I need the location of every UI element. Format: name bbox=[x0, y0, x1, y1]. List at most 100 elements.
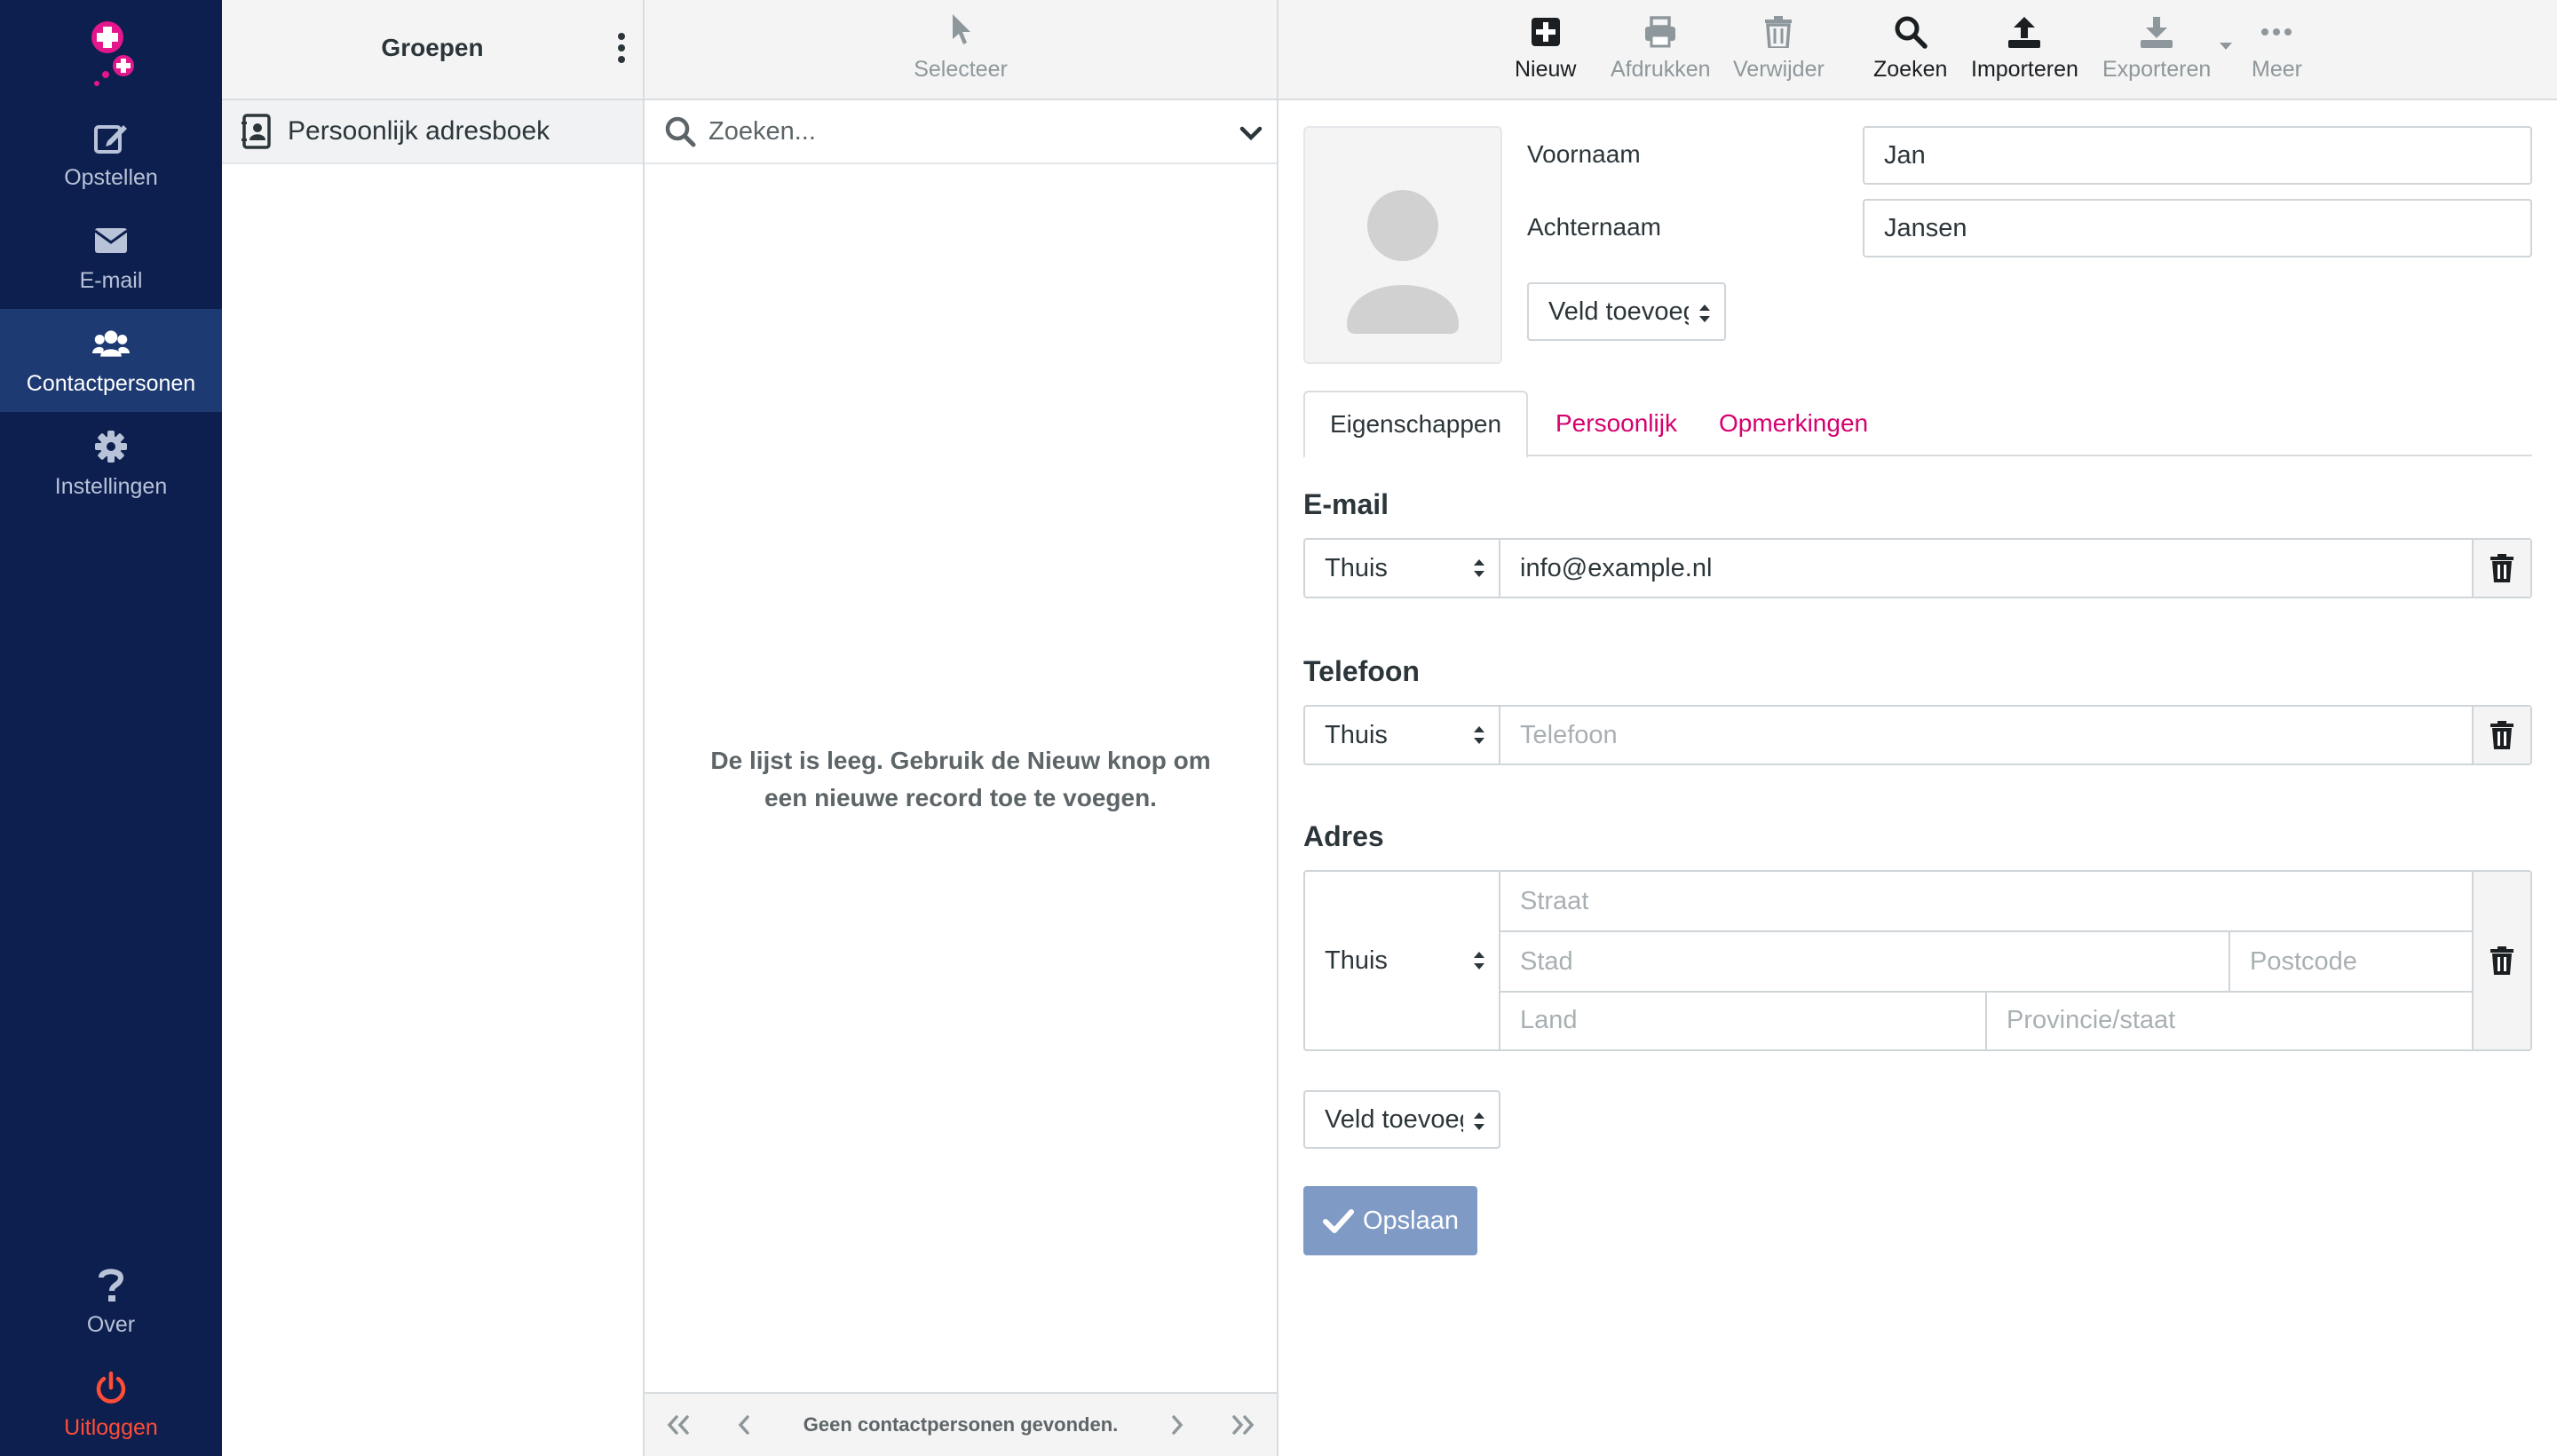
printer-icon bbox=[1641, 12, 1680, 51]
delete-phone-button[interactable] bbox=[2472, 707, 2530, 764]
search-icon bbox=[665, 116, 696, 147]
addressbook-label: Persoonlijk adresboek bbox=[288, 116, 550, 146]
phone-section-title: Telefoon bbox=[1303, 655, 1420, 687]
envelope-icon bbox=[92, 222, 130, 259]
save-button[interactable]: Opslaan bbox=[1303, 1186, 1477, 1255]
trash-icon bbox=[2490, 721, 2513, 749]
gear-icon bbox=[92, 428, 130, 465]
toolbar: Nieuw Afdrukken Verwijder Zoeken Importe… bbox=[1278, 0, 2557, 100]
nav-settings[interactable]: Instellingen bbox=[0, 412, 222, 515]
country-input[interactable] bbox=[1500, 991, 1985, 1049]
phone-row: Thuis bbox=[1303, 705, 2532, 765]
more-button[interactable]: Meer bbox=[2252, 12, 2302, 92]
compose-icon bbox=[92, 119, 130, 156]
nav-logout[interactable]: Uitloggen bbox=[0, 1353, 222, 1456]
import-button[interactable]: Importeren bbox=[1971, 12, 2078, 92]
search-bar bbox=[645, 100, 1277, 164]
lastname-input[interactable] bbox=[1863, 199, 2532, 257]
tab-notes[interactable]: Opmerkingen bbox=[1694, 391, 1893, 456]
postcode-input[interactable] bbox=[2230, 932, 2472, 991]
search-button[interactable]: Zoeken bbox=[1873, 12, 1947, 92]
select-arrows-icon bbox=[1699, 305, 1710, 322]
nav-about-label: Over bbox=[86, 1311, 136, 1337]
nav-about[interactable]: Over bbox=[0, 1250, 222, 1353]
first-page-icon[interactable] bbox=[661, 1407, 696, 1443]
search-icon bbox=[1891, 12, 1930, 51]
next-page-icon[interactable] bbox=[1160, 1407, 1195, 1443]
upload-icon bbox=[2005, 12, 2044, 51]
address-section-title: Adres bbox=[1303, 820, 1384, 852]
print-button[interactable]: Afdrukken bbox=[1611, 12, 1711, 92]
nav-contacts-label: Contactpersonen bbox=[26, 370, 196, 396]
search-input[interactable] bbox=[709, 116, 1206, 146]
lastname-label: Achternaam bbox=[1527, 213, 1661, 241]
trash-icon bbox=[2490, 554, 2513, 582]
pagination-bar: Geen contactpersonen gevonden. bbox=[645, 1392, 1277, 1456]
add-field-bottom-select[interactable]: Veld toevoegen... bbox=[1303, 1090, 1500, 1149]
contact-list-panel: Selecteer De lijst is leeg. Gebruik de N… bbox=[645, 0, 1278, 1456]
more-icon bbox=[2257, 12, 2296, 51]
question-icon bbox=[92, 1266, 130, 1303]
select-arrows-icon bbox=[1474, 1112, 1484, 1130]
power-icon bbox=[92, 1369, 130, 1406]
logo-icon bbox=[91, 21, 134, 86]
select-arrows-icon bbox=[1474, 726, 1484, 744]
addressbook-icon bbox=[241, 114, 271, 149]
last-page-icon[interactable] bbox=[1225, 1407, 1261, 1443]
address-type-select[interactable]: Thuis bbox=[1305, 872, 1500, 1049]
trash-icon bbox=[2490, 946, 2513, 975]
import-label: Importeren bbox=[1971, 57, 2078, 82]
print-label: Afdrukken bbox=[1611, 57, 1711, 82]
checkmark-icon bbox=[1322, 1209, 1354, 1233]
kebab-menu-icon[interactable] bbox=[611, 30, 632, 66]
chevron-down-icon[interactable] bbox=[1238, 120, 1264, 146]
firstname-input[interactable] bbox=[1863, 126, 2532, 185]
email-type-select[interactable]: Thuis bbox=[1305, 540, 1500, 597]
search-label: Zoeken bbox=[1873, 57, 1948, 82]
tab-bar: Eigenschappen Persoonlijk Opmerkingen bbox=[1303, 391, 2532, 458]
select-button[interactable]: Selecteer bbox=[645, 12, 1277, 92]
addressbook-item[interactable]: Persoonlijk adresboek bbox=[222, 100, 643, 164]
firstname-label: Voornaam bbox=[1527, 140, 1641, 168]
address-type-label: Thuis bbox=[1325, 946, 1388, 975]
delete-button[interactable]: Verwijder bbox=[1733, 12, 1825, 92]
phone-input[interactable] bbox=[1500, 707, 2472, 764]
phone-type-select[interactable]: Thuis bbox=[1305, 707, 1500, 764]
email-row: Thuis bbox=[1303, 538, 2532, 598]
select-arrows-icon bbox=[1474, 559, 1484, 577]
new-label: Nieuw bbox=[1515, 57, 1577, 82]
region-input[interactable] bbox=[1987, 991, 2472, 1049]
more-label: Meer bbox=[2252, 57, 2302, 82]
pointer-icon bbox=[953, 14, 970, 44]
street-input[interactable] bbox=[1500, 872, 2472, 930]
phone-type-label: Thuis bbox=[1325, 720, 1388, 749]
export-dropdown-icon[interactable] bbox=[2218, 41, 2234, 51]
delete-label: Verwijder bbox=[1733, 57, 1825, 82]
delete-email-button[interactable] bbox=[2472, 540, 2530, 597]
email-type-label: Thuis bbox=[1325, 553, 1388, 582]
tab-properties[interactable]: Eigenschappen bbox=[1303, 391, 1529, 458]
pager-count: Geen contactpersonen gevonden. bbox=[803, 1413, 1119, 1436]
select-arrows-icon bbox=[1474, 952, 1484, 969]
select-label: Selecteer bbox=[914, 57, 1008, 82]
nav-email[interactable]: E-mail bbox=[0, 206, 222, 309]
empty-list-message: De lijst is leeg. Gebruik de Nieuw knop … bbox=[710, 747, 1211, 811]
groups-header: Groepen bbox=[222, 0, 643, 100]
delete-address-button[interactable] bbox=[2472, 872, 2530, 1049]
contact-photo[interactable] bbox=[1303, 126, 1502, 364]
list-header: Selecteer bbox=[645, 0, 1277, 100]
nav-logout-label: Uitloggen bbox=[64, 1414, 158, 1440]
nav-contacts[interactable]: Contactpersonen bbox=[0, 309, 222, 412]
city-input[interactable] bbox=[1500, 932, 2228, 991]
groups-title: Groepen bbox=[381, 34, 484, 61]
main-navigation: Opstellen E-mail Contactpersonen Instell… bbox=[0, 0, 222, 1456]
nav-compose[interactable]: Opstellen bbox=[0, 103, 222, 206]
tab-personal[interactable]: Persoonlijk bbox=[1531, 391, 1702, 456]
new-button[interactable]: Nieuw bbox=[1515, 12, 1576, 92]
add-field-select[interactable]: Veld toevoegen... bbox=[1527, 282, 1726, 341]
email-input[interactable] bbox=[1500, 540, 2472, 597]
plus-square-icon bbox=[1526, 12, 1565, 51]
contact-editor-panel: Nieuw Afdrukken Verwijder Zoeken Importe… bbox=[1278, 0, 2557, 1456]
previous-page-icon[interactable] bbox=[726, 1407, 762, 1443]
export-button[interactable]: Exporteren bbox=[2102, 12, 2211, 92]
